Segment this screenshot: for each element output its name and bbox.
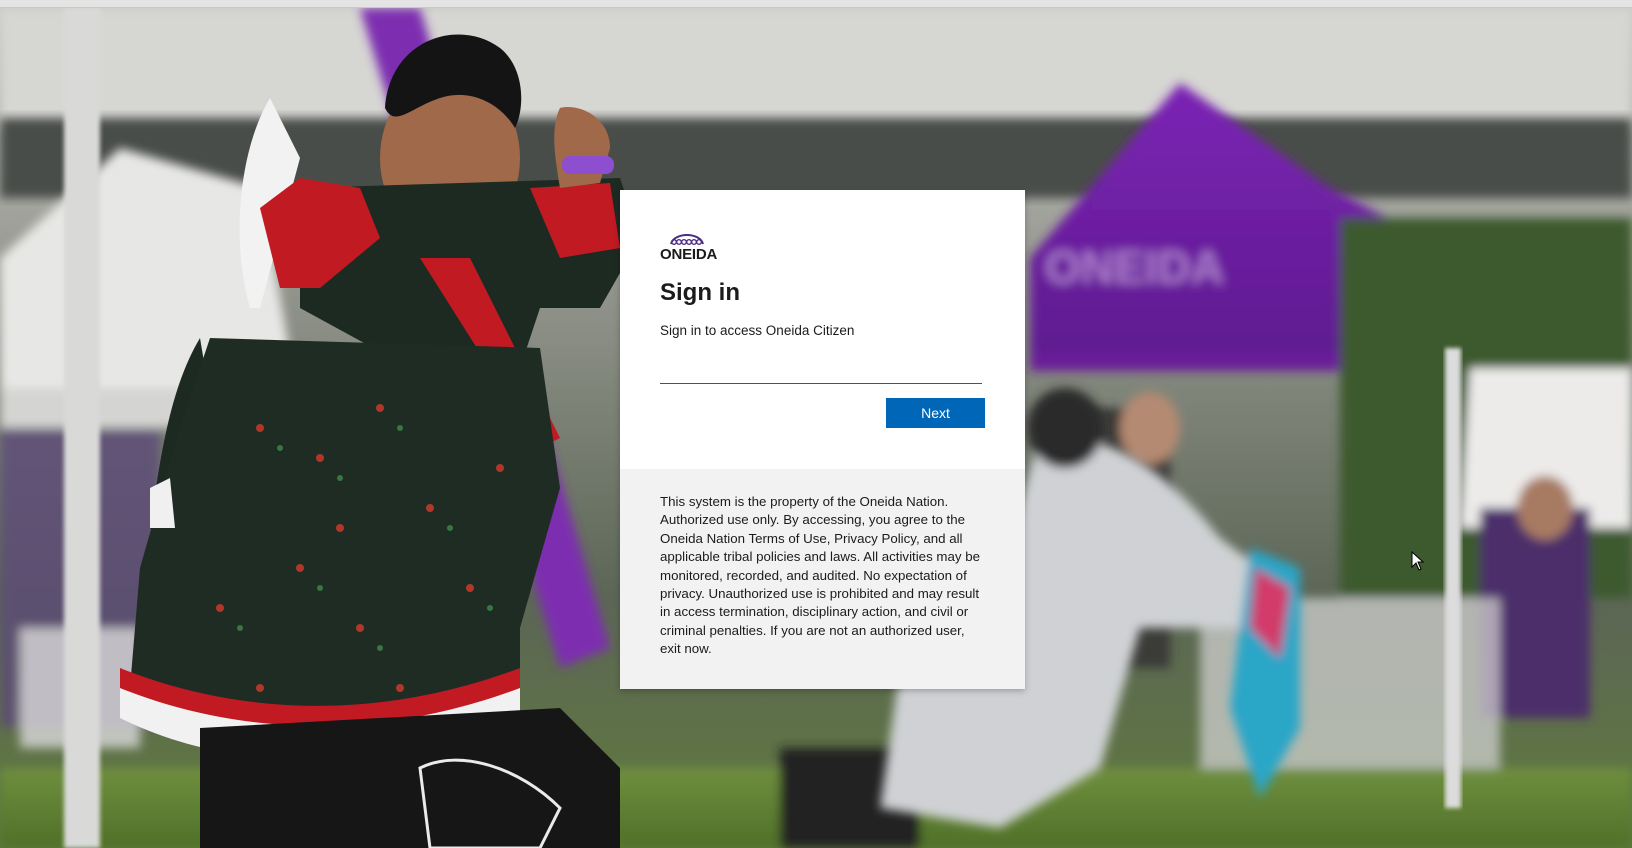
disclaimer-panel: This system is the property of the Oneid… xyxy=(620,469,1025,689)
tent-banner-text: ONEIDA xyxy=(1045,241,1224,293)
logo-text: ONEIDA xyxy=(660,246,718,263)
sign-in-screen: ONEIDA ONEIDA Sign in Sign in to access … xyxy=(0,0,1632,848)
account-input-wrapper xyxy=(660,354,982,384)
button-row: Next xyxy=(660,398,985,428)
mouse-cursor-icon xyxy=(1411,551,1425,571)
sign-in-form-panel: ONEIDA Sign in Sign in to access Oneida … xyxy=(620,190,1025,469)
page-title: Sign in xyxy=(660,279,740,306)
sign-in-subtitle: Sign in to access Oneida Citizen xyxy=(660,323,855,338)
next-button[interactable]: Next xyxy=(886,398,985,428)
account-input[interactable] xyxy=(660,354,982,384)
legal-disclaimer: This system is the property of the Oneid… xyxy=(660,494,981,657)
oneida-logo: ONEIDA xyxy=(660,230,730,262)
logo-arch-icon xyxy=(670,234,704,245)
window-top-edge xyxy=(0,0,1632,8)
sign-in-card: ONEIDA Sign in Sign in to access Oneida … xyxy=(620,190,1025,689)
